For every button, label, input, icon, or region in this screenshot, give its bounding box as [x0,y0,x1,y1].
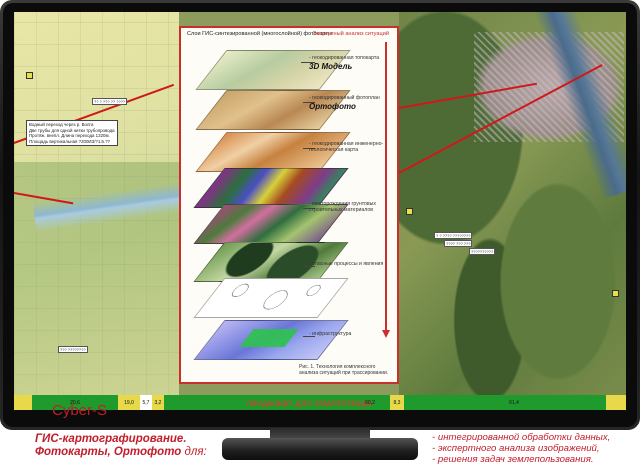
layer-label-line: строительных материалов [309,206,373,213]
monitor-screen: Водный переход через р. Волга Две трубы … [14,12,626,410]
brand-name: Cyber-S [52,402,108,419]
strip-segment [606,395,626,410]
analysis-axis [385,42,387,332]
layer-label: - опасные процессы и явления [309,261,384,268]
strip-segment [14,395,32,410]
feature-item: - интегрированной обработки данных, [432,432,611,443]
headline-text: Фотокарты, Ортофото [35,446,182,459]
strip-segment: 60,2 [365,399,375,406]
layer-label: - инфраструктура [309,331,352,338]
layer-label-line: - инфраструктура [309,331,352,337]
layer-label-line: - опасные процессы и явления [309,261,384,267]
analysis-axis-arrow [382,330,390,338]
headline-line: ГИС-картографирование. [35,433,187,445]
layer-label: - месторождения грунтовых строительных м… [309,201,376,214]
headline-line-2: Фотокарты, Ортофото для: [35,446,207,459]
map-tag: ??? ???????? [58,346,88,353]
feature-item: - решения задач землепользования. [432,454,594,465]
figure-caption: Рис. 1. Технология комплексного анализа … [299,364,389,376]
strip-title: ландшафт для землеотвода [246,397,372,408]
layer-label: - геокодированный фотоплан Ортофото [309,95,380,111]
layer-label-line: геологическая карта [309,146,359,153]
note-line: Площадь вертикальная ?200ИЗ/?1:в.?? [29,138,110,144]
layer-hazards [193,278,349,318]
monitor-bezel: Водный переход через р. Волга Две трубы … [0,0,640,430]
map-tag: ?????????? [469,248,496,255]
headline: ГИС-картографирование. Фотокарты, Ортофо… [35,433,207,459]
map-tag: ?? ? ??? ?? ???? [92,98,128,105]
strip-segment: 3,2 [152,395,164,410]
layer-label: - геокодированная топокарта 3D Модель [309,55,379,71]
layer-infrastructure [193,320,349,360]
strip-segment: 19,0 [118,395,140,410]
map-marker [612,290,619,297]
map-marker [406,208,413,215]
layer-label-title: Ортофото [309,101,356,111]
feature-list: - интегрированной обработки данных, - эк… [432,432,610,465]
layer-label-title: 3D Модель [309,61,353,71]
infrastructure-objects [239,329,299,347]
map-marker [26,72,33,79]
strip-segment: 8,3 [390,395,404,410]
note-line: Протяж. внепл. Длина перехода 1320м. [29,133,110,138]
feature-item: - экспертного анализа изображений, [432,443,600,455]
crossing-info-box: Водный переход через р. Волга Две трубы … [26,120,118,146]
monitor-stand-base [222,438,418,460]
strip-segment: 61,4 [509,399,519,406]
map-tag: ? ? ???? ???????? [434,232,473,239]
headline-suffix: для: [181,446,207,459]
gis-layers-panel: Слои ГИС-синтезированной (многослойной) … [179,26,399,384]
panel-expert-label: Экспертный анализ ситуаций [312,31,389,37]
layer-label: - геокодированная инженерно- геологическ… [309,141,383,154]
map-tag: ???? ??? ??? [444,240,473,247]
strip-segment: 5,7 [140,395,152,410]
panel-title: Слои ГИС-синтезированной (многослойной) … [187,31,332,37]
